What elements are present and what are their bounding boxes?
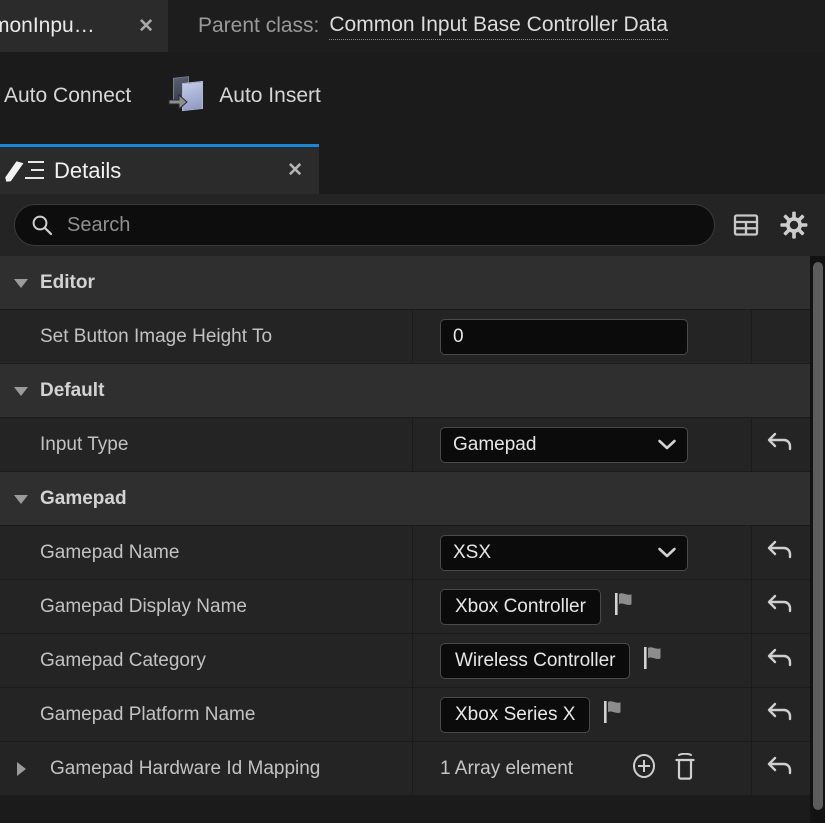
property-revert-cell (752, 742, 810, 795)
revert-to-default-icon[interactable] (766, 645, 796, 676)
auto-insert-icon (167, 77, 207, 115)
chevron-down-icon[interactable] (8, 270, 34, 296)
asset-tab-label: monInpu… (0, 14, 130, 38)
gamepad-category-input[interactable]: Wireless Controller (440, 643, 630, 679)
property-value-cell: Xbox Controller (413, 580, 752, 633)
add-array-element-icon[interactable] (631, 753, 657, 784)
property-value-cell: Xbox Series X (413, 688, 752, 741)
property-name-cell: Input Type (0, 418, 413, 471)
details-scrollbar-track[interactable] (810, 256, 825, 823)
revert-to-default-icon[interactable] (766, 429, 796, 460)
localization-flag-icon[interactable] (642, 645, 668, 676)
property-revert-cell (752, 418, 810, 471)
details-search-row (0, 194, 825, 256)
chevron-down-icon[interactable] (8, 378, 34, 404)
property-name-cell[interactable]: Gamepad Hardware Id Mapping (0, 742, 413, 795)
close-icon[interactable]: ✕ (130, 17, 154, 36)
details-scrollbar-thumb[interactable] (813, 262, 823, 810)
gamepad-platform-name-input[interactable]: Xbox Series X (440, 697, 590, 733)
category-label: Editor (40, 272, 95, 294)
property-value-cell: Wireless Controller (413, 634, 752, 687)
details-pen-icon (10, 157, 44, 185)
property-name-cell: Gamepad Name (0, 526, 413, 579)
chevron-down-icon (657, 546, 677, 559)
category-header-gamepad[interactable]: Gamepad (0, 472, 810, 526)
details-panel: Details ✕ (0, 140, 825, 823)
array-element-count: 1 Array element (440, 758, 573, 780)
property-label: Gamepad Name (40, 542, 179, 564)
input-type-dropdown[interactable]: Gamepad (440, 427, 688, 463)
property-revert-cell (752, 634, 810, 687)
settings-gear-icon[interactable] (777, 208, 811, 242)
property-revert-cell (752, 526, 810, 579)
property-name-cell: Set Button Image Height To (0, 310, 413, 363)
search-box[interactable] (14, 204, 715, 246)
category-label: Default (40, 380, 104, 402)
gamepad-name-value: XSX (453, 542, 491, 564)
parent-class-link[interactable]: Common Input Base Controller Data (329, 13, 668, 40)
tab-details[interactable]: Details ✕ (0, 144, 319, 194)
details-panel-tab-row: Details ✕ (0, 140, 825, 194)
property-name-cell: Gamepad Platform Name (0, 688, 413, 741)
search-input[interactable] (65, 213, 698, 238)
property-name-cell: Gamepad Display Name (0, 580, 413, 633)
property-name-cell: Gamepad Category (0, 634, 413, 687)
property-revert-cell (752, 688, 810, 741)
gamepad-name-dropdown[interactable]: XSX (440, 535, 688, 571)
toolbar-auto-connect-label: Auto Connect (4, 84, 131, 108)
property-label: Gamepad Hardware Id Mapping (50, 758, 320, 780)
search-icon (31, 214, 53, 236)
asset-tab-common-input[interactable]: monInpu… ✕ (0, 0, 168, 52)
parent-class-label: Parent class: (198, 14, 319, 38)
blueprint-toolbar: Auto Connect Auto Insert (0, 52, 825, 140)
property-row-gamepad-category: Gamepad Category Wireless Controller (0, 634, 810, 688)
property-row-input-type: Input Type Gamepad (0, 418, 810, 472)
property-revert-cell (752, 580, 810, 633)
category-header-editor[interactable]: Editor (0, 256, 810, 310)
delete-array-icon[interactable] (673, 753, 697, 785)
property-row-gamepad-display-name: Gamepad Display Name Xbox Controller (0, 580, 810, 634)
property-value-cell: Gamepad (413, 418, 752, 471)
property-value-cell: 0 (413, 310, 752, 363)
array-actions (631, 753, 697, 785)
property-row-set-button-image-height-to: Set Button Image Height To 0 (0, 310, 810, 364)
gamepad-display-name-input[interactable]: Xbox Controller (440, 589, 601, 625)
column-layout-icon[interactable] (729, 208, 763, 242)
property-row-gamepad-platform-name: Gamepad Platform Name Xbox Series X (0, 688, 810, 742)
category-label: Gamepad (40, 488, 127, 510)
chevron-down-icon[interactable] (8, 486, 34, 512)
details-tab-label: Details (54, 158, 287, 184)
input-type-value: Gamepad (453, 434, 536, 456)
chevron-right-icon[interactable] (8, 756, 34, 782)
localization-flag-icon[interactable] (613, 591, 639, 622)
revert-to-default-icon[interactable] (766, 591, 796, 622)
property-row-gamepad-name: Gamepad Name XSX (0, 526, 810, 580)
property-label: Input Type (40, 434, 128, 456)
property-row-gamepad-hardware-id-mapping: Gamepad Hardware Id Mapping 1 Array elem… (0, 742, 810, 796)
property-label: Gamepad Display Name (40, 596, 247, 618)
revert-to-default-icon[interactable] (766, 753, 796, 784)
parent-class-bar: Parent class: Common Input Base Controll… (168, 0, 825, 52)
revert-to-default-icon[interactable] (766, 537, 796, 568)
property-value-cell: 1 Array element (413, 742, 752, 795)
property-revert-cell (752, 310, 810, 363)
property-list: Editor Set Button Image Height To 0 Defa… (0, 256, 825, 823)
localization-flag-icon[interactable] (602, 699, 628, 730)
category-header-default[interactable]: Default (0, 364, 810, 418)
revert-to-default-icon[interactable] (766, 699, 796, 730)
property-label: Gamepad Category (40, 650, 206, 672)
toolbar-auto-connect[interactable]: Auto Connect (0, 52, 149, 140)
property-value-cell: XSX (413, 526, 752, 579)
set-button-image-height-input[interactable]: 0 (440, 319, 688, 355)
toolbar-auto-insert[interactable]: Auto Insert (149, 52, 339, 140)
property-label: Gamepad Platform Name (40, 704, 255, 726)
close-icon[interactable]: ✕ (287, 161, 303, 180)
property-label: Set Button Image Height To (40, 326, 272, 348)
asset-tab-strip: monInpu… ✕ Parent class: Common Input Ba… (0, 0, 825, 52)
chevron-down-icon (657, 438, 677, 451)
arrow-icon (167, 93, 189, 111)
toolbar-auto-insert-label: Auto Insert (219, 84, 321, 108)
